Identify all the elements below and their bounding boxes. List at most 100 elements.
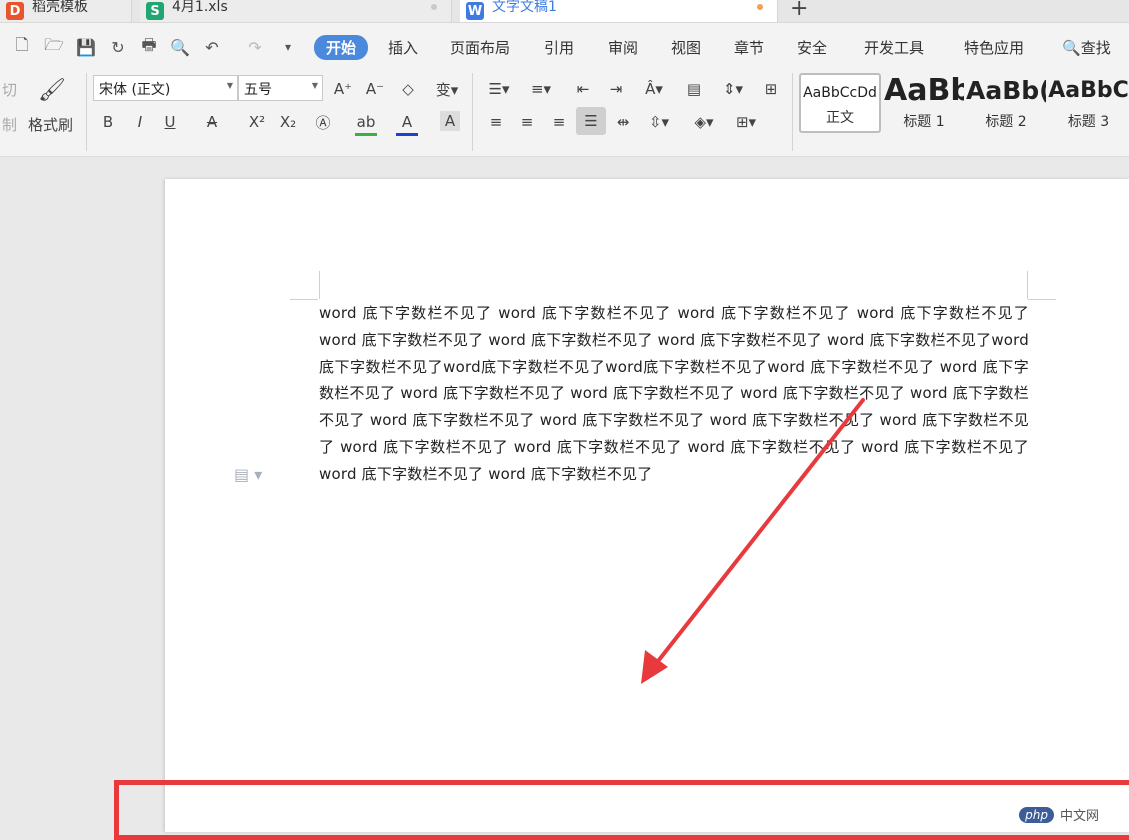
document-page[interactable] xyxy=(165,179,1129,832)
divider xyxy=(86,73,87,151)
tab-label: 稻壳模板 xyxy=(32,0,88,15)
search-button[interactable]: 🔍查找 xyxy=(1062,37,1111,58)
chevron-down-icon: ▼ xyxy=(226,81,233,90)
php-logo: php xyxy=(1019,806,1054,823)
undo-icon[interactable]: ↶ xyxy=(202,37,222,57)
highlight-box xyxy=(114,780,1129,840)
style-label: 标题 2 xyxy=(985,114,1027,130)
margin-marker xyxy=(290,299,318,300)
open-folder-icon[interactable]: 🗁 xyxy=(44,35,64,57)
menu-developer[interactable]: 开发工具 xyxy=(864,37,924,58)
borders-icon[interactable]: ⊞▾ xyxy=(730,111,762,133)
line-spacing-icon[interactable]: ⇕▾ xyxy=(717,78,749,100)
tab-label: 4月1.xls xyxy=(172,0,228,15)
align-left-icon[interactable]: ≡ xyxy=(485,111,507,133)
bold-button[interactable]: B xyxy=(98,111,118,133)
font-name-select[interactable]: 宋体 (正文) ▼ xyxy=(93,75,238,101)
format-painter-button[interactable]: 格式刷 xyxy=(28,114,73,135)
margin-marker xyxy=(1028,299,1056,300)
character-shading-icon[interactable]: A xyxy=(440,111,460,131)
increase-indent-icon[interactable]: ⇥ xyxy=(605,78,627,100)
redo-icon[interactable]: ↷ xyxy=(245,37,265,57)
style-preview: AaBbCcDd xyxy=(803,85,877,101)
align-center-icon[interactable]: ≡ xyxy=(516,111,538,133)
subscript-button[interactable]: X₂ xyxy=(277,111,299,133)
underline-button[interactable]: U xyxy=(160,111,180,133)
menu-view[interactable]: 视图 xyxy=(671,37,701,58)
menu-special-apps[interactable]: 特色应用 xyxy=(964,37,1024,58)
text-direction-icon[interactable]: Â▾ xyxy=(639,78,669,100)
text-effect-icon[interactable]: Ⓐ xyxy=(312,111,334,133)
tab-bar: D 稻壳模板 S 4月1.xls W 文字文稿1 + xyxy=(0,0,1129,23)
table-icon[interactable]: ⊞ xyxy=(760,78,782,100)
watermark-text: 中文网 xyxy=(1059,809,1099,824)
chevron-down-icon: ▼ xyxy=(311,81,318,90)
style-preview: AaBb xyxy=(884,73,964,108)
shading-icon[interactable]: ◈▾ xyxy=(688,111,720,133)
new-document-icon[interactable]: 🗋 xyxy=(12,35,32,57)
save-icon[interactable]: 💾 xyxy=(76,37,96,57)
unsaved-dot-icon xyxy=(431,4,437,10)
format-painter-icon[interactable]: 🖌 xyxy=(38,75,66,105)
style-label: 标题 1 xyxy=(903,114,945,130)
font-size-value: 五号 xyxy=(244,82,272,98)
divider xyxy=(792,73,793,151)
menu-references[interactable]: 引用 xyxy=(544,37,574,58)
grow-font-icon[interactable]: A⁺ xyxy=(331,78,355,100)
divider xyxy=(472,73,473,151)
export-icon[interactable]: ↻ xyxy=(108,37,128,57)
menu-start[interactable]: 开始 xyxy=(314,35,369,60)
more-dropdown-icon[interactable]: ▾ xyxy=(278,37,298,57)
watermark: php 中文网 xyxy=(1019,805,1099,824)
style-heading-2[interactable]: AaBb( 标题 2 xyxy=(966,73,1046,133)
tab-label: 文字文稿1 xyxy=(492,0,557,15)
menu-insert[interactable]: 插入 xyxy=(388,37,418,58)
decrease-indent-icon[interactable]: ⇤ xyxy=(572,78,594,100)
shrink-font-icon[interactable]: A⁻ xyxy=(363,78,387,100)
tab-spreadsheet[interactable]: S 4月1.xls xyxy=(140,0,452,22)
print-icon[interactable]: 🖶 xyxy=(139,35,159,57)
bullet-list-icon[interactable]: ☰▾ xyxy=(485,78,513,100)
menu-chapter[interactable]: 章节 xyxy=(734,37,764,58)
superscript-button[interactable]: X² xyxy=(246,111,268,133)
ribbon: 🗋 🗁 💾 ↻ 🖶 🔍 ↶ ↷ ▾ 开始 插入 页面布局 引用 审阅 视图 章节… xyxy=(0,23,1129,157)
copy-button[interactable]: 制 xyxy=(2,114,17,135)
unsaved-dot-icon xyxy=(757,4,763,10)
font-name-value: 宋体 (正文) xyxy=(99,82,171,98)
style-heading-3[interactable]: AaBbC 标题 3 xyxy=(1048,73,1129,133)
numbered-list-icon[interactable]: ≡▾ xyxy=(527,78,555,100)
style-label: 标题 3 xyxy=(1067,114,1110,130)
clear-format-icon[interactable]: ◇ xyxy=(396,78,420,100)
search-icon: 🔍 xyxy=(1062,39,1081,57)
new-tab-button[interactable]: + xyxy=(790,0,808,21)
menu-review[interactable]: 审阅 xyxy=(608,37,638,58)
italic-button[interactable]: I xyxy=(130,111,150,133)
paragraph-options-icon[interactable]: ▤ ▾ xyxy=(234,465,262,484)
print-preview-icon[interactable]: 🔍 xyxy=(170,37,190,57)
align-right-icon[interactable]: ≡ xyxy=(548,111,570,133)
distributed-align-icon[interactable]: ⇹ xyxy=(612,111,634,133)
tab-daoke-templates[interactable]: D 稻壳模板 xyxy=(0,0,132,22)
style-label: 正文 xyxy=(826,110,854,126)
style-normal[interactable]: AaBbCcDd 正文 xyxy=(799,73,881,133)
font-color-button[interactable]: A xyxy=(396,111,418,136)
phonetic-guide-icon[interactable]: 变▾ xyxy=(431,78,463,100)
justify-icon[interactable]: ☰ xyxy=(576,107,606,135)
chinese-layout-icon[interactable]: ▤ xyxy=(683,78,705,100)
margin-marker xyxy=(319,271,320,299)
daoke-icon: D xyxy=(6,2,24,20)
style-heading-1[interactable]: AaBb 标题 1 xyxy=(884,73,964,133)
writer-icon: W xyxy=(466,2,484,20)
spreadsheet-icon: S xyxy=(146,2,164,20)
paragraph-spacing-icon[interactable]: ⇳▾ xyxy=(644,111,674,133)
search-label: 查找 xyxy=(1080,39,1111,57)
highlight-button[interactable]: ab xyxy=(355,111,377,136)
cut-button[interactable]: 切 xyxy=(2,79,17,100)
menu-page-layout[interactable]: 页面布局 xyxy=(450,37,510,58)
menu-security[interactable]: 安全 xyxy=(797,37,827,58)
document-body-text[interactable]: word 底下字数栏不见了 word 底下字数栏不见了 word 底下字数栏不见… xyxy=(319,300,1029,488)
font-size-select[interactable]: 五号 ▼ xyxy=(238,75,323,101)
margin-marker xyxy=(1027,271,1028,299)
tab-writer-document[interactable]: W 文字文稿1 xyxy=(460,0,778,22)
strikethrough-button[interactable]: A xyxy=(202,111,222,133)
